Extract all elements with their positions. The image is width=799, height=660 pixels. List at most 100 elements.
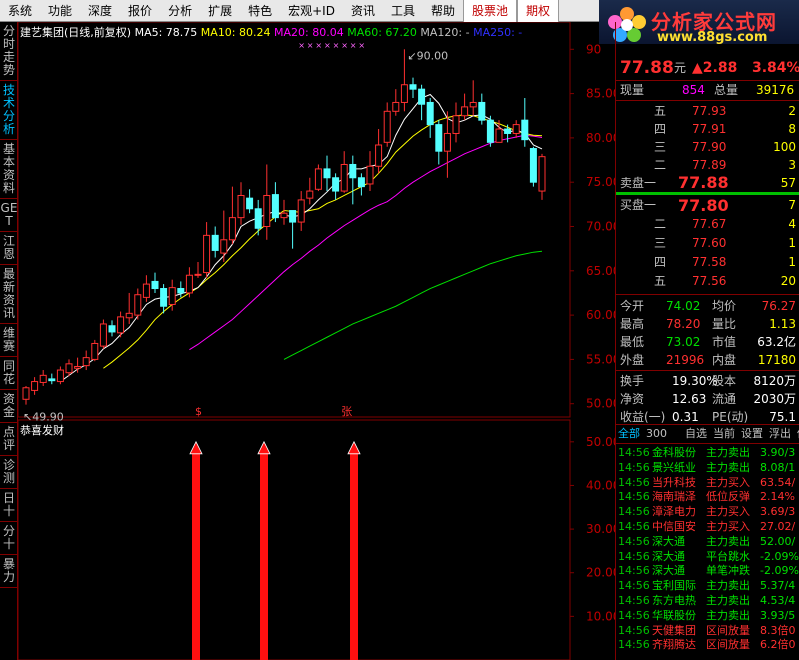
ask-row: 卖盘一 77.88 57: [616, 174, 799, 192]
candle-body: [254, 208, 262, 229]
candle-body: [529, 148, 537, 183]
left-tab-11[interactable]: 日十: [0, 489, 18, 522]
ticker-row[interactable]: 14:56 当升科技 主力买入 63.54/: [616, 475, 799, 490]
ticker-row[interactable]: 14:56 齐翔腾达 区间放量 6.2倍0: [616, 637, 799, 652]
ticker-tab-1[interactable]: 300: [646, 425, 667, 443]
candle-body: [263, 194, 271, 227]
ma60-line: [283, 250, 543, 360]
left-tab-3[interactable]: GET: [0, 199, 18, 232]
candle-body: [521, 119, 529, 141]
ticker-name: 当升科技: [652, 475, 696, 489]
ask-row: 四 77.91 8: [616, 120, 799, 138]
ma-label-4: MA120: -: [420, 26, 473, 39]
ticker-value: 8.08/1: [760, 460, 796, 474]
menu-item-7[interactable]: 宏观+ID: [280, 0, 343, 22]
ticker-row[interactable]: 14:56 深大通 主力卖出 52.00/: [616, 534, 799, 549]
ticker-row[interactable]: 14:56 漳泽电力 主力买入 3.69/3: [616, 504, 799, 519]
candle-body: [357, 177, 365, 188]
candle-body: [211, 234, 219, 251]
left-tab-2[interactable]: 基本资料: [0, 140, 18, 199]
bid-price: 77.67: [692, 217, 727, 231]
ask-vol: 57: [780, 176, 796, 190]
ticker-tab-0[interactable]: 全部: [618, 425, 640, 443]
ticker-tab-4[interactable]: 设置: [741, 425, 763, 443]
ticker-row[interactable]: 14:56 深大通 单笔冲跌 -2.09%: [616, 563, 799, 578]
bid-row: 三 77.60 1: [616, 234, 799, 253]
left-tab-10[interactable]: 诊测: [0, 456, 18, 489]
menu-item-2[interactable]: 深度: [80, 0, 120, 22]
candle: [409, 77, 417, 99]
menu-item-11[interactable]: 股票池: [463, 0, 518, 22]
left-tab-7[interactable]: 同花: [0, 357, 18, 390]
candle: [375, 129, 383, 174]
left-tab-1[interactable]: 技术分析: [0, 81, 18, 140]
ticker-row[interactable]: 14:56 东方电热 主力卖出 4.53/4: [616, 593, 799, 608]
ticker-name: 景兴纸业: [652, 460, 696, 474]
candle: [151, 272, 159, 293]
menu-item-4[interactable]: 分析: [160, 0, 200, 22]
left-tab-12[interactable]: 分十: [0, 522, 18, 555]
ticker-row[interactable]: 14:56 华联股份 主力卖出 3.93/5: [616, 608, 799, 623]
ask-price: 77.88: [678, 173, 729, 192]
candle-body: [194, 273, 202, 276]
candle-body: [177, 288, 185, 294]
left-tab-4[interactable]: 江恩: [0, 232, 18, 265]
menu-item-8[interactable]: 资讯: [343, 0, 383, 22]
kline-chart[interactable]: 90 85.00 80.00 75.00 70.00 65.00 60.00 55.00 50.…: [18, 22, 615, 660]
candle-body: [220, 239, 228, 254]
left-tab-9[interactable]: 点评: [0, 423, 18, 456]
ticker-action: 单笔冲跌: [706, 564, 750, 578]
candle: [134, 288, 142, 320]
left-tab-13[interactable]: 暴力: [0, 555, 18, 588]
bid-label: 三: [654, 236, 667, 250]
left-tab-8[interactable]: 资金: [0, 390, 18, 423]
ticker-value: 3.90/3: [760, 446, 796, 459]
ticker-tab-5[interactable]: 浮出: [769, 425, 791, 443]
menu-item-0[interactable]: 系统: [0, 0, 40, 22]
ticker-time: 14:56: [618, 623, 650, 637]
candle-body: [151, 280, 159, 290]
menu-item-1[interactable]: 功能: [40, 0, 80, 22]
menu-item-12[interactable]: 期权: [517, 0, 560, 22]
menu-item-10[interactable]: 帮助: [423, 0, 463, 22]
ticker-time: 14:56: [618, 446, 650, 459]
ticker-value: 3.69/3: [760, 505, 796, 519]
ticker-row[interactable]: 14:56 宝利国际 主力卖出 5.37/4: [616, 578, 799, 593]
bid-label: 买盘一: [620, 198, 657, 212]
candle-body: [91, 342, 99, 360]
ticker-name: 漳泽电力: [652, 505, 696, 519]
menu-item-6[interactable]: 特色: [240, 0, 280, 22]
ticker-row[interactable]: 14:56 金科股份 主力卖出 3.90/3: [616, 445, 799, 460]
menu-item-3[interactable]: 报价: [120, 0, 160, 22]
left-tab-0[interactable]: 分时走势: [0, 22, 18, 81]
candle: [220, 210, 228, 262]
left-tab-5[interactable]: 最新资讯: [0, 265, 18, 324]
candle-body: [56, 369, 64, 383]
candle-body: [443, 132, 451, 152]
ticker-tab-2[interactable]: 自选: [685, 425, 707, 443]
ma-label-5: MA250: -: [473, 26, 522, 39]
candle-body: [400, 84, 408, 103]
ask-label: 卖盘一: [620, 176, 657, 190]
ticker-row[interactable]: 14:56 景兴纸业 主力卖出 8.08/1: [616, 460, 799, 475]
ticker-tab-3[interactable]: 当前: [713, 425, 735, 443]
menu-item-9[interactable]: 工具: [383, 0, 423, 22]
candle: [452, 102, 460, 143]
bid-price: 77.80: [678, 196, 729, 215]
stat-label: 外盘: [620, 353, 645, 367]
left-tab-6[interactable]: 维赛: [0, 324, 18, 357]
ticker-row[interactable]: 14:56 天健集团 区间放量 8.3倍0: [616, 623, 799, 638]
ticker-row[interactable]: 14:56 深大通 平台跳水 -2.09%: [616, 549, 799, 564]
ticker-time: 14:56: [618, 475, 650, 489]
bid-row: 买盘一 77.80 7: [616, 196, 799, 215]
bid-row: 五 77.56 20: [616, 272, 799, 291]
ticker-row[interactable]: 14:56 海南瑞泽 低位反弹 2.14%: [616, 489, 799, 504]
ticker-name: 华联股份: [652, 608, 696, 622]
menu-item-5[interactable]: 扩展: [200, 0, 240, 22]
ticker-time: 14:56: [618, 549, 650, 563]
candle-body: [375, 144, 383, 167]
ind-tick-label: 40.00: [586, 478, 615, 492]
ask-row: 五 77.93 2: [616, 102, 799, 120]
ticker-row[interactable]: 14:56 中信国安 主力买入 27.02/: [616, 519, 799, 534]
candle: [521, 98, 529, 147]
